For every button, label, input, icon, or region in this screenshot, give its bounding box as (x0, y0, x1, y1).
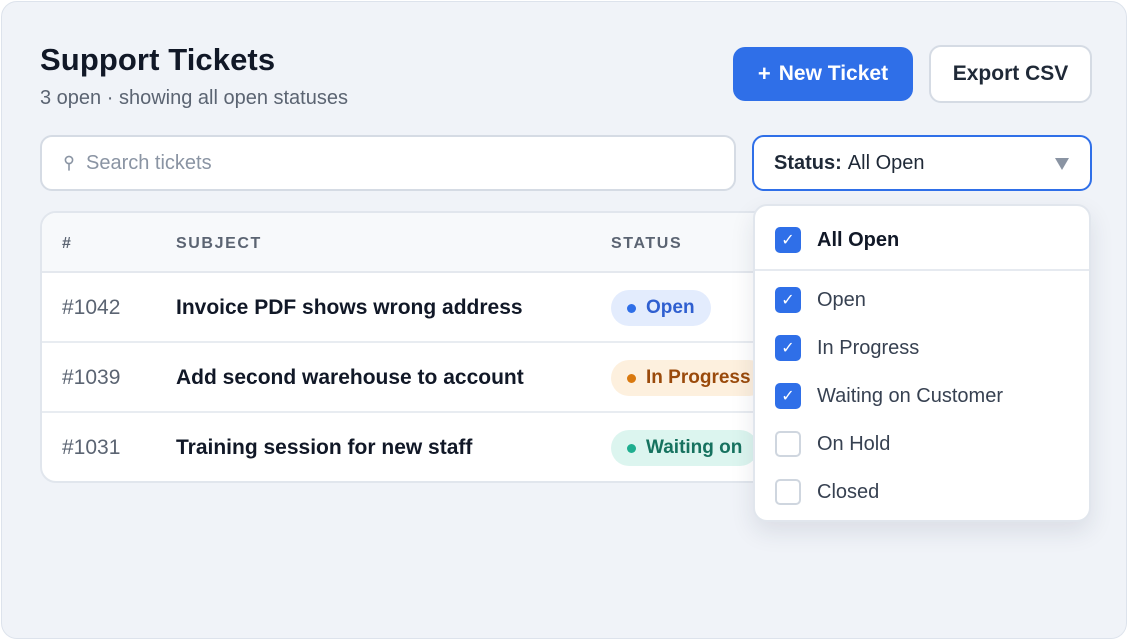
tickets-table: # SUBJECT STATUS #1042 Invoice PDF shows… (40, 211, 800, 483)
checkbox-checked-icon[interactable]: ✓ (775, 227, 801, 253)
status-badge-label: In Progress (646, 367, 751, 388)
table-row[interactable]: #1042 Invoice PDF shows wrong address Op… (42, 273, 798, 343)
column-header-subject[interactable]: SUBJECT (176, 235, 262, 253)
column-header-status[interactable]: STATUS (611, 235, 682, 253)
ticket-id: #1031 (62, 436, 121, 459)
status-option-label: All Open (817, 228, 900, 251)
status-option-label: Open (817, 288, 866, 311)
status-filter-dropdown: ✓ All Open ✓ Open ✓ In Progress ✓ Waitin… (753, 204, 1091, 522)
table-header: # SUBJECT STATUS (42, 213, 798, 273)
status-filter-label: Status: (774, 151, 842, 174)
ticket-subject[interactable]: Add second warehouse to account (176, 366, 524, 390)
status-badge-label: Waiting on (646, 437, 743, 458)
status-dot-icon (627, 373, 636, 383)
status-option-open[interactable]: ✓ Open (775, 286, 866, 314)
status-badge: In Progress (611, 360, 767, 396)
new-ticket-button[interactable]: + New Ticket (733, 47, 913, 101)
ticket-subject[interactable]: Training session for new staff (176, 436, 472, 460)
status-dot-icon (627, 443, 636, 453)
status-option-label: Waiting on Customer (817, 384, 1003, 407)
search-box[interactable] (40, 135, 736, 191)
status-option-waiting-on-customer[interactable]: ✓ Waiting on Customer (775, 382, 1003, 410)
table-row[interactable]: #1031 Training session for new staff Wai… (42, 413, 798, 481)
status-badge-label: Open (646, 297, 695, 318)
checkbox-checked-icon[interactable]: ✓ (775, 335, 801, 361)
status-badge: Waiting on (611, 430, 759, 466)
status-option-label: In Progress (817, 336, 920, 359)
ticket-subject[interactable]: Invoice PDF shows wrong address (176, 296, 523, 320)
checkbox-checked-icon[interactable]: ✓ (775, 383, 801, 409)
status-option-on-hold[interactable]: On Hold (775, 430, 890, 458)
checkbox-unchecked-icon[interactable] (775, 431, 801, 457)
column-header-id[interactable]: # (62, 235, 73, 253)
status-badge: Open (611, 290, 711, 326)
status-option-label: Closed (817, 480, 880, 503)
status-filter-value: All Open (847, 151, 925, 174)
table-row[interactable]: #1039 Add second warehouse to account In… (42, 343, 798, 413)
status-option-closed[interactable]: Closed (775, 478, 879, 506)
status-filter-select[interactable]: Status: All Open (752, 135, 1092, 191)
ticket-id: #1039 (62, 366, 121, 389)
status-option-in-progress[interactable]: ✓ In Progress (775, 334, 919, 362)
page-subtitle: 3 open · showing all open statuses (40, 87, 348, 109)
export-csv-button[interactable]: Export CSV (929, 45, 1092, 103)
search-input[interactable] (86, 151, 686, 175)
app-window: Support Tickets 3 open · showing all ope… (1, 1, 1127, 639)
status-option-all-open[interactable]: ✓ All Open (775, 226, 899, 254)
chevron-down-icon (1055, 158, 1069, 170)
plus-icon: + (757, 61, 771, 86)
new-ticket-label: New Ticket (778, 62, 889, 85)
checkbox-unchecked-icon[interactable] (775, 479, 801, 505)
status-option-label: On Hold (817, 432, 891, 455)
ticket-id: #1042 (62, 296, 121, 319)
page-title: Support Tickets (40, 42, 276, 77)
dropdown-divider (755, 269, 1089, 271)
export-csv-label: Export CSV (952, 62, 1069, 85)
search-icon (64, 155, 74, 171)
checkbox-checked-icon[interactable]: ✓ (775, 287, 801, 313)
status-dot-icon (627, 303, 636, 313)
